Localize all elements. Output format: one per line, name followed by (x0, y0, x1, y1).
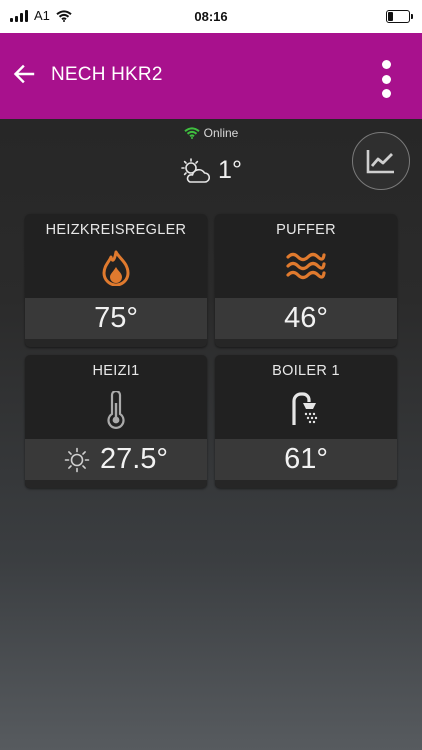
clock: 08:16 (194, 9, 228, 24)
history-chart-button[interactable] (352, 132, 410, 190)
connection-label: Online (203, 126, 239, 140)
line-chart-icon (366, 150, 394, 174)
page-title: NECH HKR2 (51, 64, 163, 85)
tile-value-row: 27.5° (25, 439, 207, 480)
heat-waves-icon (286, 252, 326, 280)
more-vertical-icon (381, 60, 391, 69)
tile-boiler-1[interactable]: BOILER 1 61° (215, 355, 397, 488)
temperature-value: 27.5° (99, 443, 169, 475)
app-bar: NECH HKR2 (0, 33, 422, 119)
tile-value-row: 46° (215, 298, 397, 339)
tile-value-row: 75° (25, 298, 207, 339)
tile-puffer[interactable]: PUFFER 46° (215, 214, 397, 347)
temperature-value: 61° (284, 443, 328, 475)
sun-cloud-icon (181, 157, 211, 183)
tile-heizkreisregler[interactable]: HEIZKREISREGLER 75° (25, 214, 207, 347)
tile-title: BOILER 1 (272, 363, 340, 379)
sun-mode-icon (64, 447, 90, 472)
battery-icon (386, 10, 413, 23)
connection-status: Online (0, 126, 422, 140)
outdoor-temperature: 1° (218, 156, 242, 184)
arrow-left-icon (13, 64, 35, 84)
flame-icon (102, 250, 130, 286)
shower-icon (292, 392, 318, 425)
thermometer-icon (107, 391, 125, 429)
status-bar: A1 08:16 (0, 0, 422, 33)
temperature-value: 75° (94, 302, 138, 334)
wifi-icon (184, 127, 200, 139)
tile-value-row: 61° (215, 439, 397, 480)
tile-title: HEIZI1 (92, 363, 140, 379)
tile-title: PUFFER (276, 222, 336, 238)
back-button[interactable] (8, 58, 40, 90)
tile-heizi1[interactable]: HEIZI1 27.5° (25, 355, 207, 488)
tile-title: HEIZKREISREGLER (45, 222, 187, 238)
temperature-value: 46° (284, 302, 328, 334)
overflow-menu-button[interactable] (376, 60, 396, 98)
